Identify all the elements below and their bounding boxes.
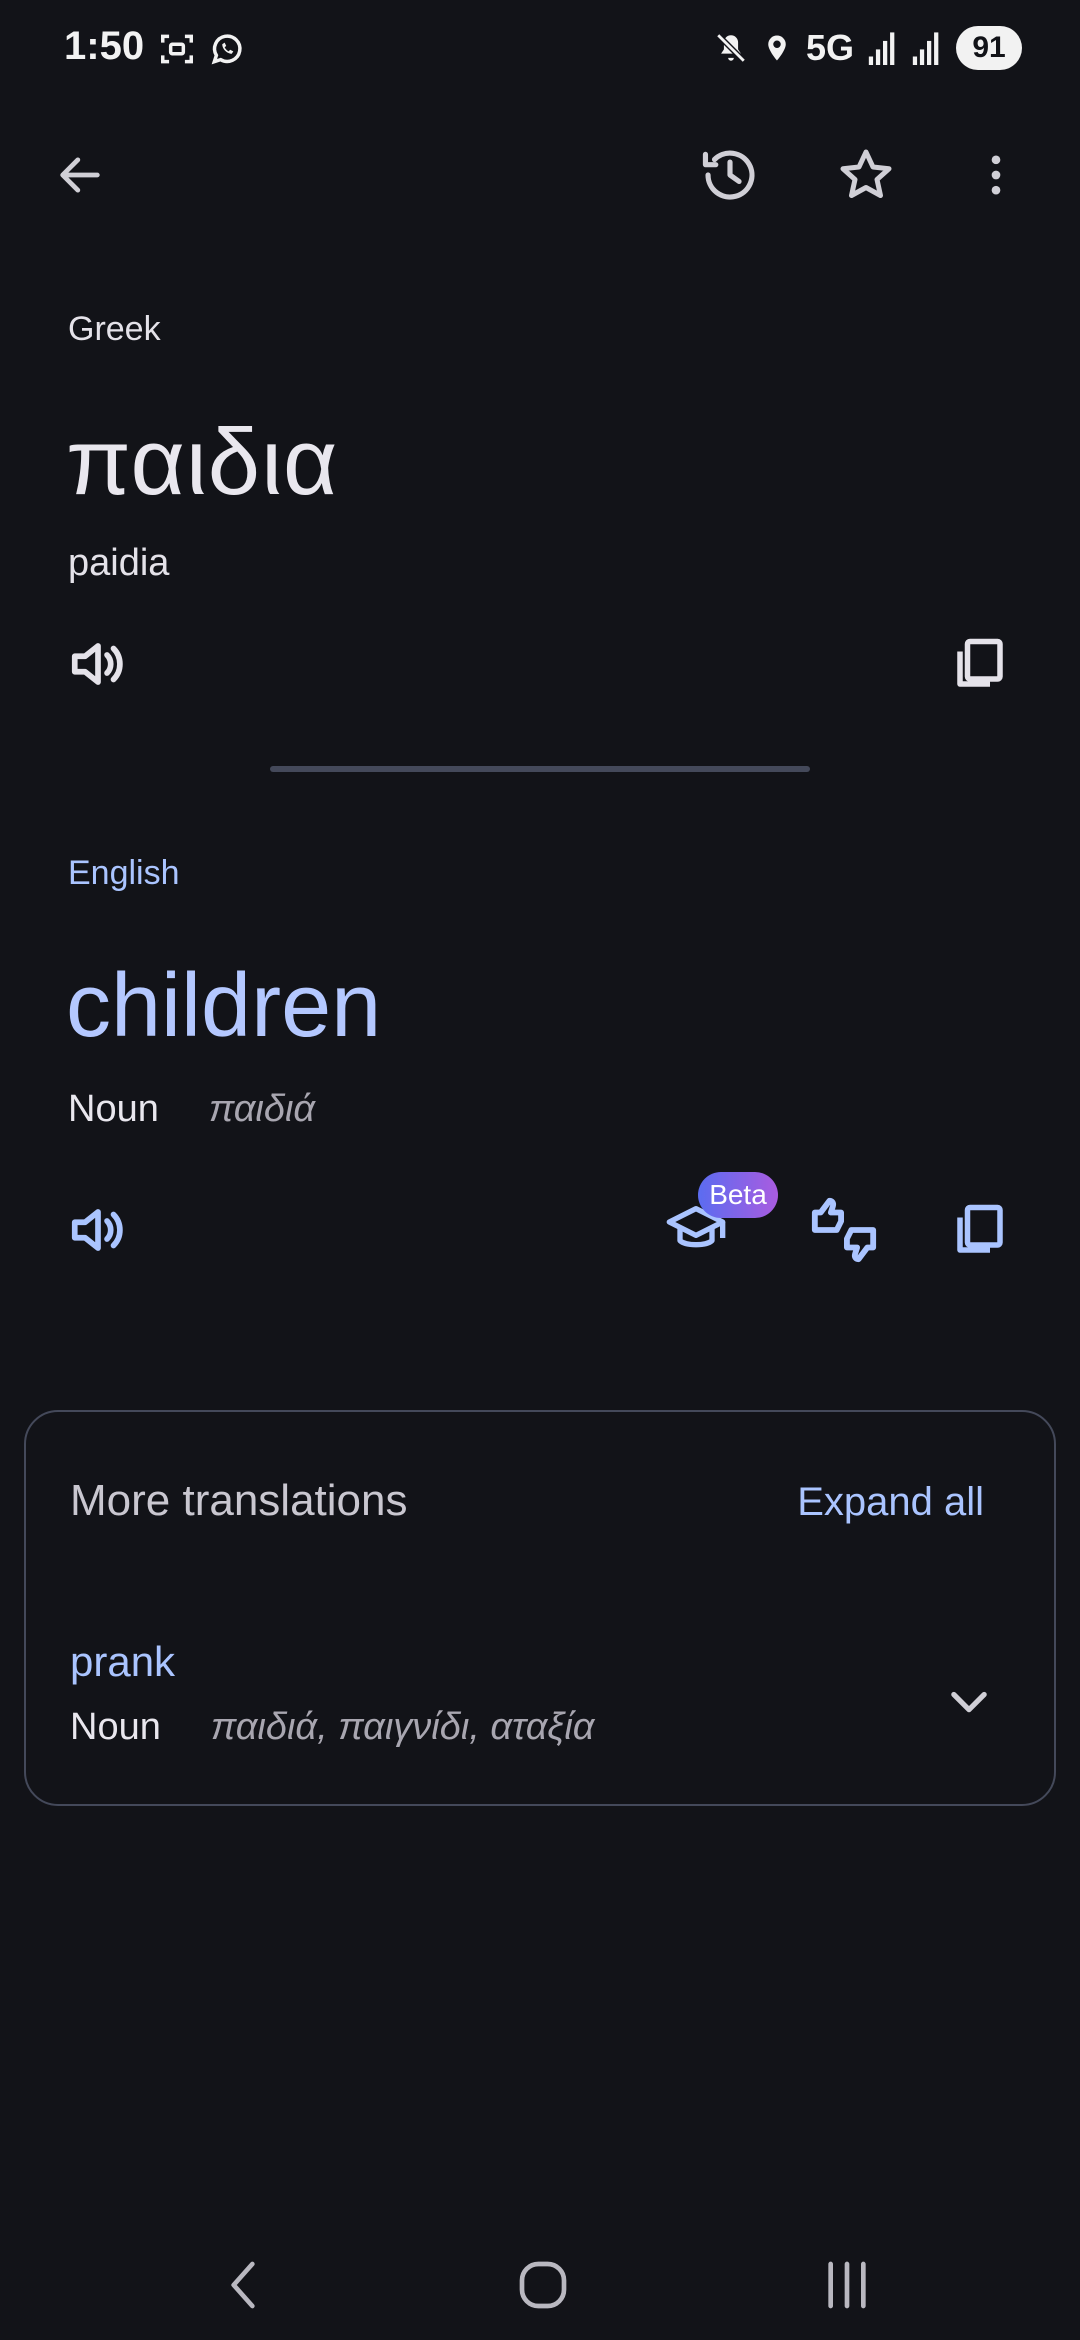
history-icon [702, 150, 755, 200]
back-button[interactable] [40, 135, 120, 215]
source-language-label: Greek [68, 310, 161, 348]
nav-recents-button[interactable] [802, 2240, 892, 2330]
volume-icon [71, 643, 123, 685]
translated-text[interactable]: children [66, 955, 381, 1058]
rate-translation-button[interactable] [804, 1190, 884, 1270]
mute-icon [716, 33, 746, 63]
thumbs-up-down-icon [811, 1197, 877, 1263]
battery-indicator: 91 [956, 26, 1022, 70]
status-bar: 1:50 5G 91 [0, 0, 1080, 100]
nav-back-button[interactable] [198, 2240, 288, 2330]
arrow-back-icon [60, 157, 100, 193]
copy-icon [957, 638, 1003, 687]
screen: 1:50 5G 91 Greek παιδια paidia English c… [0, 0, 1080, 2340]
target-definition-row: Noun παιδιά [68, 1088, 315, 1131]
source-listen-button[interactable] [58, 624, 138, 704]
nav-home-icon [519, 2261, 567, 2309]
more-options-button[interactable] [956, 135, 1036, 215]
source-copy-button[interactable] [940, 624, 1020, 704]
source-text[interactable]: παιδια [66, 408, 338, 516]
entry-back-translations: παιδιά, παιγνίδι, αταξία [210, 1706, 595, 1748]
more-translations-card: More translations Expand all prank Noun … [24, 1410, 1056, 1806]
entry-definition-row: Noun παιδιά, παιγνίδι, αταξία [70, 1706, 594, 1749]
signal-icon-2 [912, 32, 939, 65]
nav-home-button[interactable] [498, 2240, 588, 2330]
expand-all-button[interactable]: Expand all [797, 1480, 984, 1525]
source-transliteration: paidia [68, 542, 170, 584]
whatsapp-icon [211, 34, 242, 65]
target-listen-button[interactable] [58, 1190, 138, 1270]
chevron-down-icon [951, 1691, 987, 1713]
target-copy-button[interactable] [940, 1190, 1020, 1270]
part-of-speech: Noun [68, 1088, 159, 1130]
entry-word: prank [70, 1638, 176, 1685]
entry-part-of-speech: Noun [70, 1706, 161, 1748]
favorite-button[interactable] [826, 135, 906, 215]
history-button[interactable] [690, 135, 770, 215]
location-icon [768, 35, 786, 61]
network-label: 5G [805, 27, 854, 68]
status-notification-icons [158, 30, 246, 68]
nav-recents-icon [828, 2261, 866, 2309]
target-language-label: English [68, 854, 180, 892]
star-icon [840, 149, 892, 198]
more-vert-icon [991, 155, 1001, 195]
signal-icon [868, 32, 895, 65]
status-system-icons: 5G 91 [714, 26, 1022, 70]
system-navigation-bar [0, 2220, 1080, 2340]
entry-expand-button[interactable] [934, 1666, 1004, 1736]
top-app-bar [0, 130, 1080, 220]
more-translations-title: More translations [70, 1476, 408, 1525]
volume-icon [71, 1209, 123, 1251]
back-translation: παιδιά [208, 1088, 316, 1130]
nav-back-icon [231, 2261, 255, 2309]
status-time: 1:50 [64, 24, 145, 68]
screenshot-icon [161, 34, 193, 64]
copy-icon [957, 1204, 1003, 1253]
drag-handle[interactable] [270, 766, 810, 772]
beta-badge: Beta [698, 1172, 778, 1218]
